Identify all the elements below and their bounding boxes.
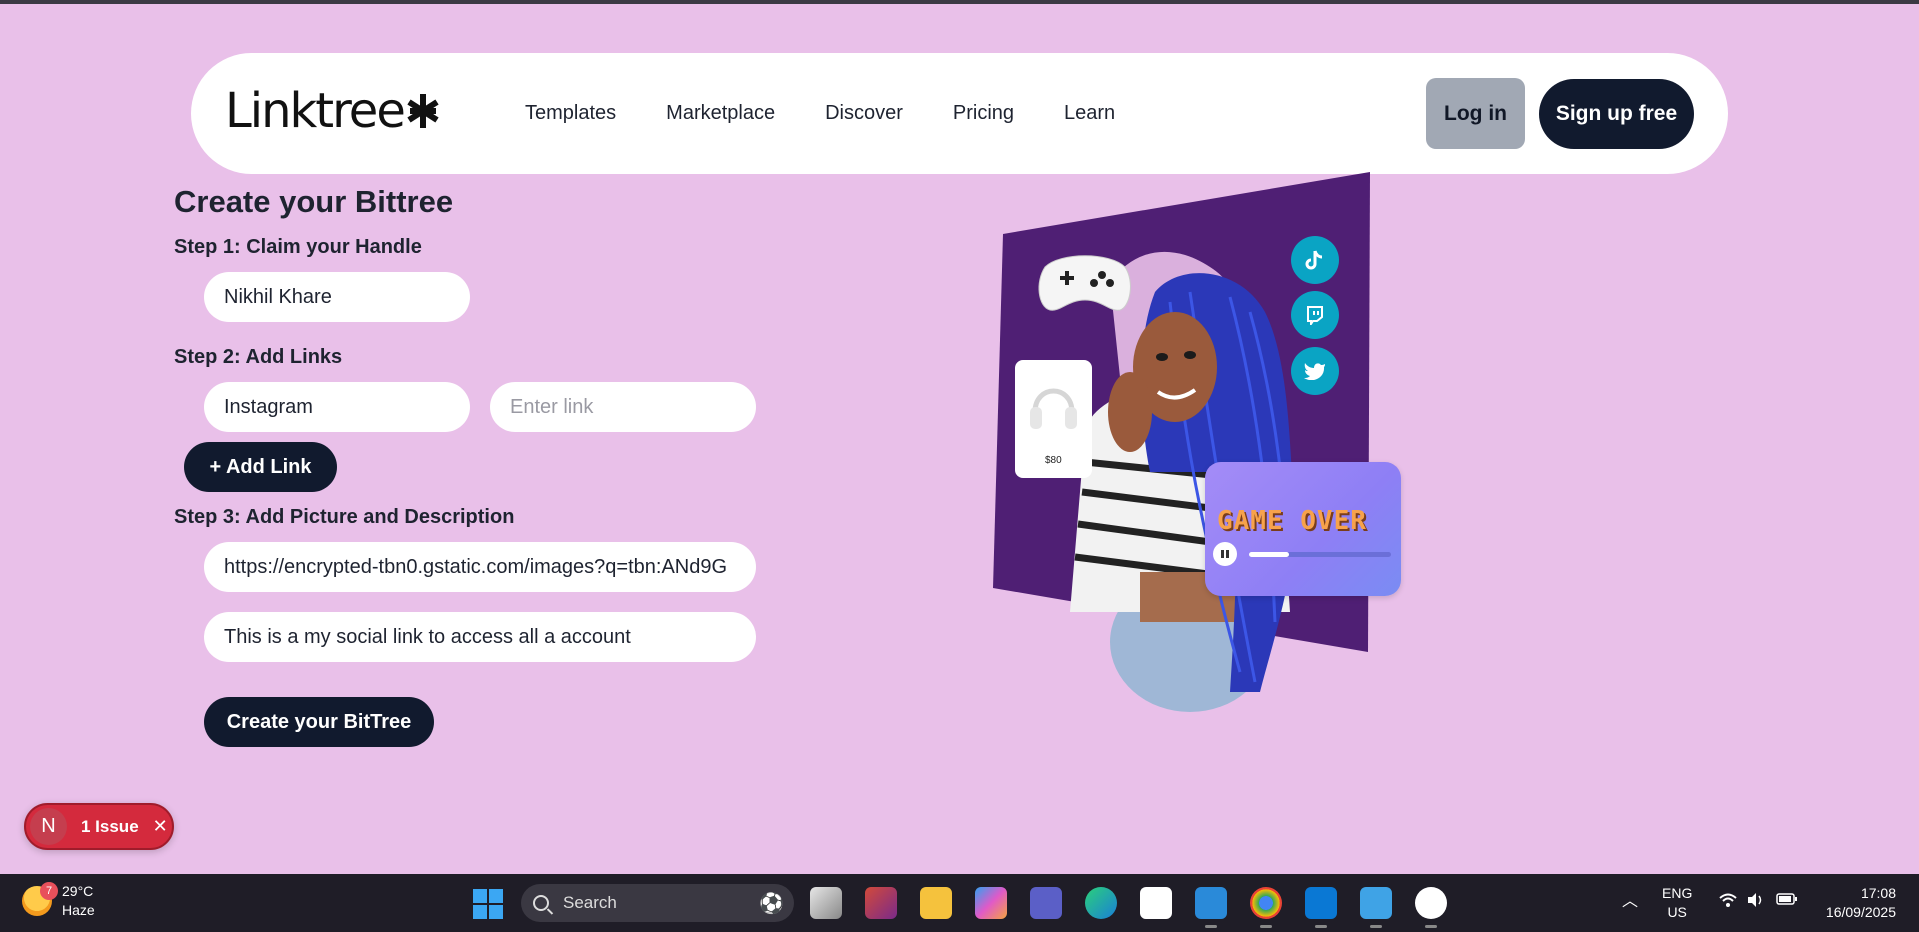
weather-haze-icon: 7 (22, 882, 58, 916)
notepad-icon[interactable] (1360, 887, 1392, 928)
vscode-icon[interactable] (1305, 887, 1337, 928)
taskbar-search[interactable]: Search ⚽ (521, 884, 794, 922)
file-explorer-icon[interactable] (920, 887, 952, 919)
search-highlight-icon: ⚽ (759, 892, 784, 915)
logo-text: Linktree (225, 83, 406, 139)
hero-artwork (993, 172, 1370, 712)
nav-marketplace[interactable]: Marketplace (666, 102, 775, 125)
volume-icon[interactable] (1746, 892, 1764, 913)
step3-label: Step 3: Add Picture and Description (174, 506, 515, 528)
nav-pricing[interactable]: Pricing (953, 102, 1014, 125)
add-link-button[interactable]: + Add Link (184, 442, 337, 492)
windows-start-icon[interactable] (473, 889, 503, 919)
hero-illustration: $80 (990, 172, 1410, 717)
pause-icon[interactable] (1213, 542, 1237, 566)
weather-temp: 29°C (62, 883, 94, 899)
nav-learn[interactable]: Learn (1064, 102, 1115, 125)
wifi-icon[interactable] (1718, 892, 1738, 913)
region-code: US (1667, 904, 1687, 920)
search-icon (533, 895, 549, 911)
next-logo-icon: N (30, 808, 67, 845)
issue-badge[interactable]: N 1 Issue ✕ (24, 803, 174, 850)
winrar-icon[interactable] (865, 887, 897, 919)
task-view-icon[interactable] (810, 887, 842, 919)
link-url-input[interactable]: Enter link (490, 382, 756, 432)
microsoft-store-icon[interactable] (1140, 887, 1172, 919)
edge-icon[interactable] (1085, 887, 1117, 919)
weather-desc: Haze (62, 902, 95, 918)
issue-count[interactable]: 1 Issue (81, 817, 139, 837)
language-indicator[interactable]: ENG US (1662, 884, 1692, 922)
weather-badge: 7 (40, 882, 58, 900)
game-over-card: GAME OVER (1205, 462, 1401, 596)
chrome-icon[interactable] (1250, 887, 1282, 928)
nav-links: Templates Marketplace Discover Pricing L… (525, 53, 1165, 174)
photos-icon[interactable] (1195, 887, 1227, 928)
clock[interactable]: 17:08 16/09/2025 (1818, 884, 1896, 922)
tiktok-icon[interactable] (1291, 236, 1339, 284)
audio-progress-fill (1249, 552, 1289, 557)
step2-label: Step 2: Add Links (174, 346, 343, 368)
taskbar: 7 29°C Haze Search ⚽ ︿ ENG US 17:08 16/0… (0, 874, 1919, 932)
link-name-input[interactable]: Instagram (204, 382, 470, 432)
weather-widget[interactable]: 7 29°C Haze (22, 882, 95, 920)
nav-discover[interactable]: Discover (825, 102, 903, 125)
search-label: Search (563, 893, 617, 912)
window-top-border (0, 0, 1919, 4)
navbar: Linktree Templates Marketplace Discover … (191, 53, 1728, 174)
step1-label: Step 1: Claim your Handle (174, 236, 422, 258)
description-input[interactable]: This is a my social link to access all a… (204, 612, 756, 662)
linktree-logo[interactable]: Linktree (225, 81, 440, 141)
battery-icon[interactable] (1776, 892, 1798, 911)
language-code: ENG (1662, 885, 1693, 901)
teams-icon[interactable] (1030, 887, 1062, 919)
signup-button[interactable]: Sign up free (1539, 79, 1694, 149)
twitch-icon[interactable] (1291, 291, 1339, 339)
game-over-text: GAME OVER (1217, 506, 1367, 536)
copilot-icon[interactable] (975, 887, 1007, 919)
handle-input[interactable]: Nikhil Khare (204, 272, 470, 322)
mongodb-compass-icon[interactable] (1415, 887, 1447, 928)
asterisk-logo-icon (407, 94, 439, 128)
clock-time: 17:08 (1860, 885, 1896, 901)
close-icon[interactable]: ✕ (153, 816, 168, 837)
nav-templates[interactable]: Templates (525, 102, 616, 125)
create-bittree-button[interactable]: Create your BitTree (204, 697, 434, 747)
login-button[interactable]: Log in (1426, 78, 1525, 149)
price-tag: $80 (1045, 455, 1062, 466)
clock-date: 16/09/2025 (1825, 904, 1896, 920)
chevron-up-icon[interactable]: ︿ (1622, 892, 1638, 911)
picture-url-input[interactable]: https://encrypted-tbn0.gstatic.com/image… (204, 542, 756, 592)
twitter-icon[interactable] (1291, 347, 1339, 395)
form-title: Create your Bittree (174, 184, 454, 219)
audio-progress-track[interactable] (1249, 552, 1391, 557)
